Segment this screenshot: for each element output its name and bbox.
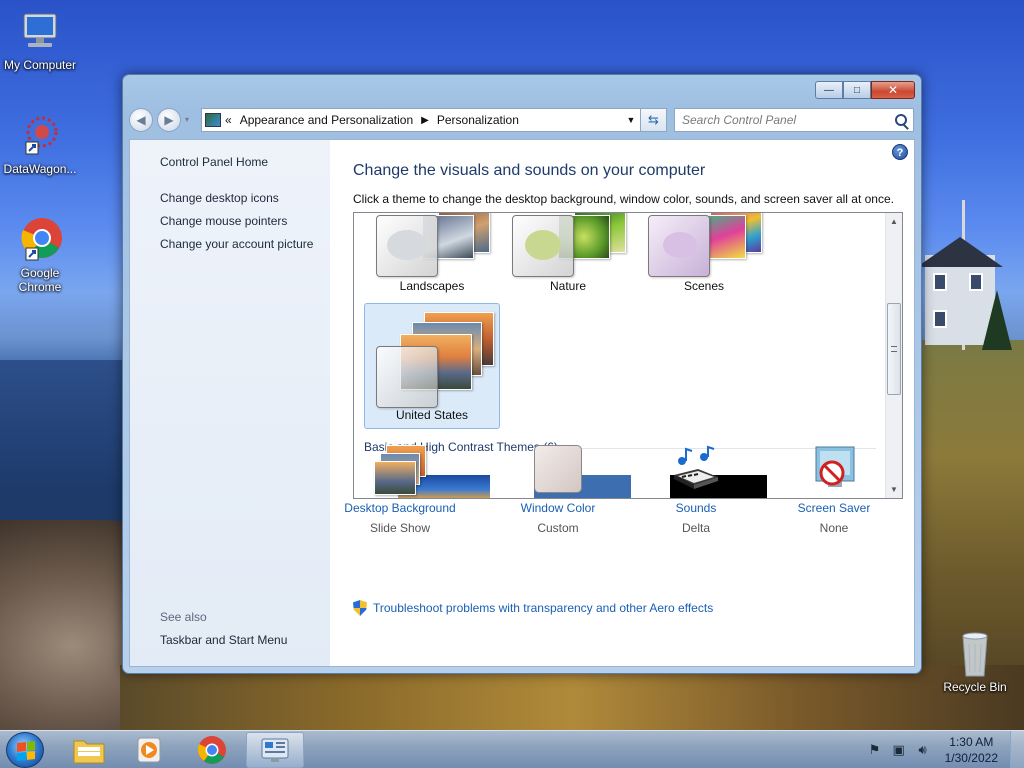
page-description: Click a theme to change the desktop back… [353,192,894,206]
screen-saver-icon [806,445,862,497]
minimize-button[interactable]: — [815,81,843,99]
page-title: Change the visuals and sounds on your co… [353,162,706,179]
screen-saver-label[interactable]: Screen Saver [764,501,904,515]
address-dropdown-icon[interactable]: ▼ [622,115,640,125]
start-button[interactable] [6,732,44,768]
datawagon-icon [16,112,64,160]
breadcrumb-separator-icon[interactable]: ▶ [421,115,429,126]
refresh-button[interactable]: ⇆ [641,108,667,132]
scroll-up-icon[interactable]: ▲ [886,213,902,230]
scrollbar-thumb[interactable] [887,303,901,395]
change-mouse-pointers-link[interactable]: Change mouse pointers [160,214,287,228]
desktop-icon-datawagon[interactable]: DataWagon... [0,112,80,176]
recycle-bin-icon [951,630,999,678]
window-color-item[interactable]: Window Color Custom [488,445,628,535]
wallpaper-house [917,237,1003,345]
desktop-icon-google-chrome[interactable]: Google Chrome [0,216,80,294]
window-client-area: Control Panel Home Change desktop icons … [129,139,915,667]
theme-label: Nature [549,279,587,293]
refresh-icon: ⇆ [648,112,659,127]
desktop-icon-recycle-bin[interactable]: Recycle Bin [935,630,1015,694]
back-button[interactable]: ◀ [129,108,153,132]
window-color-icon [530,445,586,497]
window-color-label[interactable]: Window Color [488,501,628,515]
shield-icon [353,600,367,616]
change-account-picture-link[interactable]: Change your account picture [160,237,313,251]
theme-united-states[interactable]: United States [364,303,500,429]
theme-landscapes[interactable]: Landscapes [364,213,500,293]
media-player-icon [137,737,161,763]
taskbar: ⚑ ▣ 🔊︎ 1:30 AM 1/30/2022 [0,730,1024,768]
chrome-icon [197,736,226,764]
theme-label: Landscapes [399,279,465,293]
action-center-icon[interactable]: ⚑ [867,743,883,757]
theme-scenes[interactable]: Scenes [636,213,772,293]
desktop-icon-label: My Computer [3,58,77,72]
folder-icon [73,740,105,764]
control-panel-home-link[interactable]: Control Panel Home [160,155,268,169]
caption-buttons: — □ ✕ [815,81,915,99]
help-button[interactable]: ? [892,144,908,160]
troubleshoot-link[interactable]: Troubleshoot problems with transparency … [353,600,713,616]
main-content: ? Change the visuals and sounds on your … [330,140,914,666]
taskbar-control-panel[interactable] [246,732,304,768]
clock-date: 1/30/2022 [944,751,998,765]
desktop-icon-label: Google Chrome [18,266,62,294]
see-also-title: See also [160,610,207,624]
forward-button[interactable]: ▶ [157,108,181,132]
sounds-item[interactable]: Sounds Delta [626,445,766,535]
recent-pages-chevron-icon[interactable]: ▾ [185,115,189,124]
task-pane: Control Panel Home Change desktop icons … [130,140,330,666]
computer-icon [16,8,64,56]
search-icon[interactable] [895,114,907,126]
show-desktop-button[interactable] [1010,731,1024,768]
change-desktop-icons-link[interactable]: Change desktop icons [160,191,279,205]
windows-logo-icon [17,741,35,761]
navigation-bar: ◀ ▶ ▾ « Appearance and Personalization ▶… [129,105,915,133]
sounds-label[interactable]: Sounds [626,501,766,515]
desktop-background-item[interactable]: Desktop Background Slide Show [330,445,470,535]
theme-label: Scenes [683,279,725,293]
chrome-icon [16,216,64,264]
sounds-icon [668,445,724,497]
taskbar-explorer[interactable] [60,732,118,768]
breadcrumb-appearance[interactable]: Appearance and Personalization [240,113,413,127]
address-bar[interactable]: « Appearance and Personalization ▶ Perso… [201,108,641,132]
desktop-icon-my-computer[interactable]: My Computer [0,8,80,72]
sounds-value: Delta [681,521,710,535]
control-panel-icon [205,113,221,127]
screen-saver-item[interactable]: Screen Saver None [764,445,904,535]
theme-nature[interactable]: Nature [500,213,636,293]
taskbar-media-player[interactable] [120,732,178,768]
window-color-value: Custom [537,521,579,535]
breadcrumb-overflow[interactable]: « [225,113,232,127]
system-clock[interactable]: 1:30 AM 1/30/2022 [945,734,998,766]
taskbar-start-menu-link[interactable]: Taskbar and Start Menu [160,633,287,647]
desktop-background-label[interactable]: Desktop Background [330,501,470,515]
search-placeholder: Search Control Panel [682,113,797,127]
search-input[interactable]: Search Control Panel [674,108,914,132]
clock-time: 1:30 AM [949,735,994,749]
desktop-background-value: Slide Show [369,521,431,535]
desktop-background-icon [372,445,428,497]
volume-icon[interactable]: 🔊︎ [915,743,931,757]
desktop-icon-label: DataWagon... [3,162,77,176]
theme-label: United States [395,408,469,422]
maximize-button[interactable]: □ [843,81,871,99]
system-tray: ⚑ ▣ 🔊︎ 1:30 AM 1/30/2022 [863,731,1024,768]
screen-saver-value: None [819,521,849,535]
troubleshoot-label[interactable]: Troubleshoot problems with transparency … [373,601,713,615]
taskbar-chrome[interactable] [183,732,241,768]
close-button[interactable]: ✕ [871,81,915,99]
control-panel-icon [261,738,289,762]
personalization-window: — □ ✕ ◀ ▶ ▾ « Appearance and Personaliza… [122,74,922,674]
wallpaper-foreground [120,665,1024,730]
breadcrumb-personalization[interactable]: Personalization [437,113,519,127]
desktop-icon-label: Recycle Bin [943,680,1007,694]
network-icon[interactable]: ▣ [891,743,907,757]
